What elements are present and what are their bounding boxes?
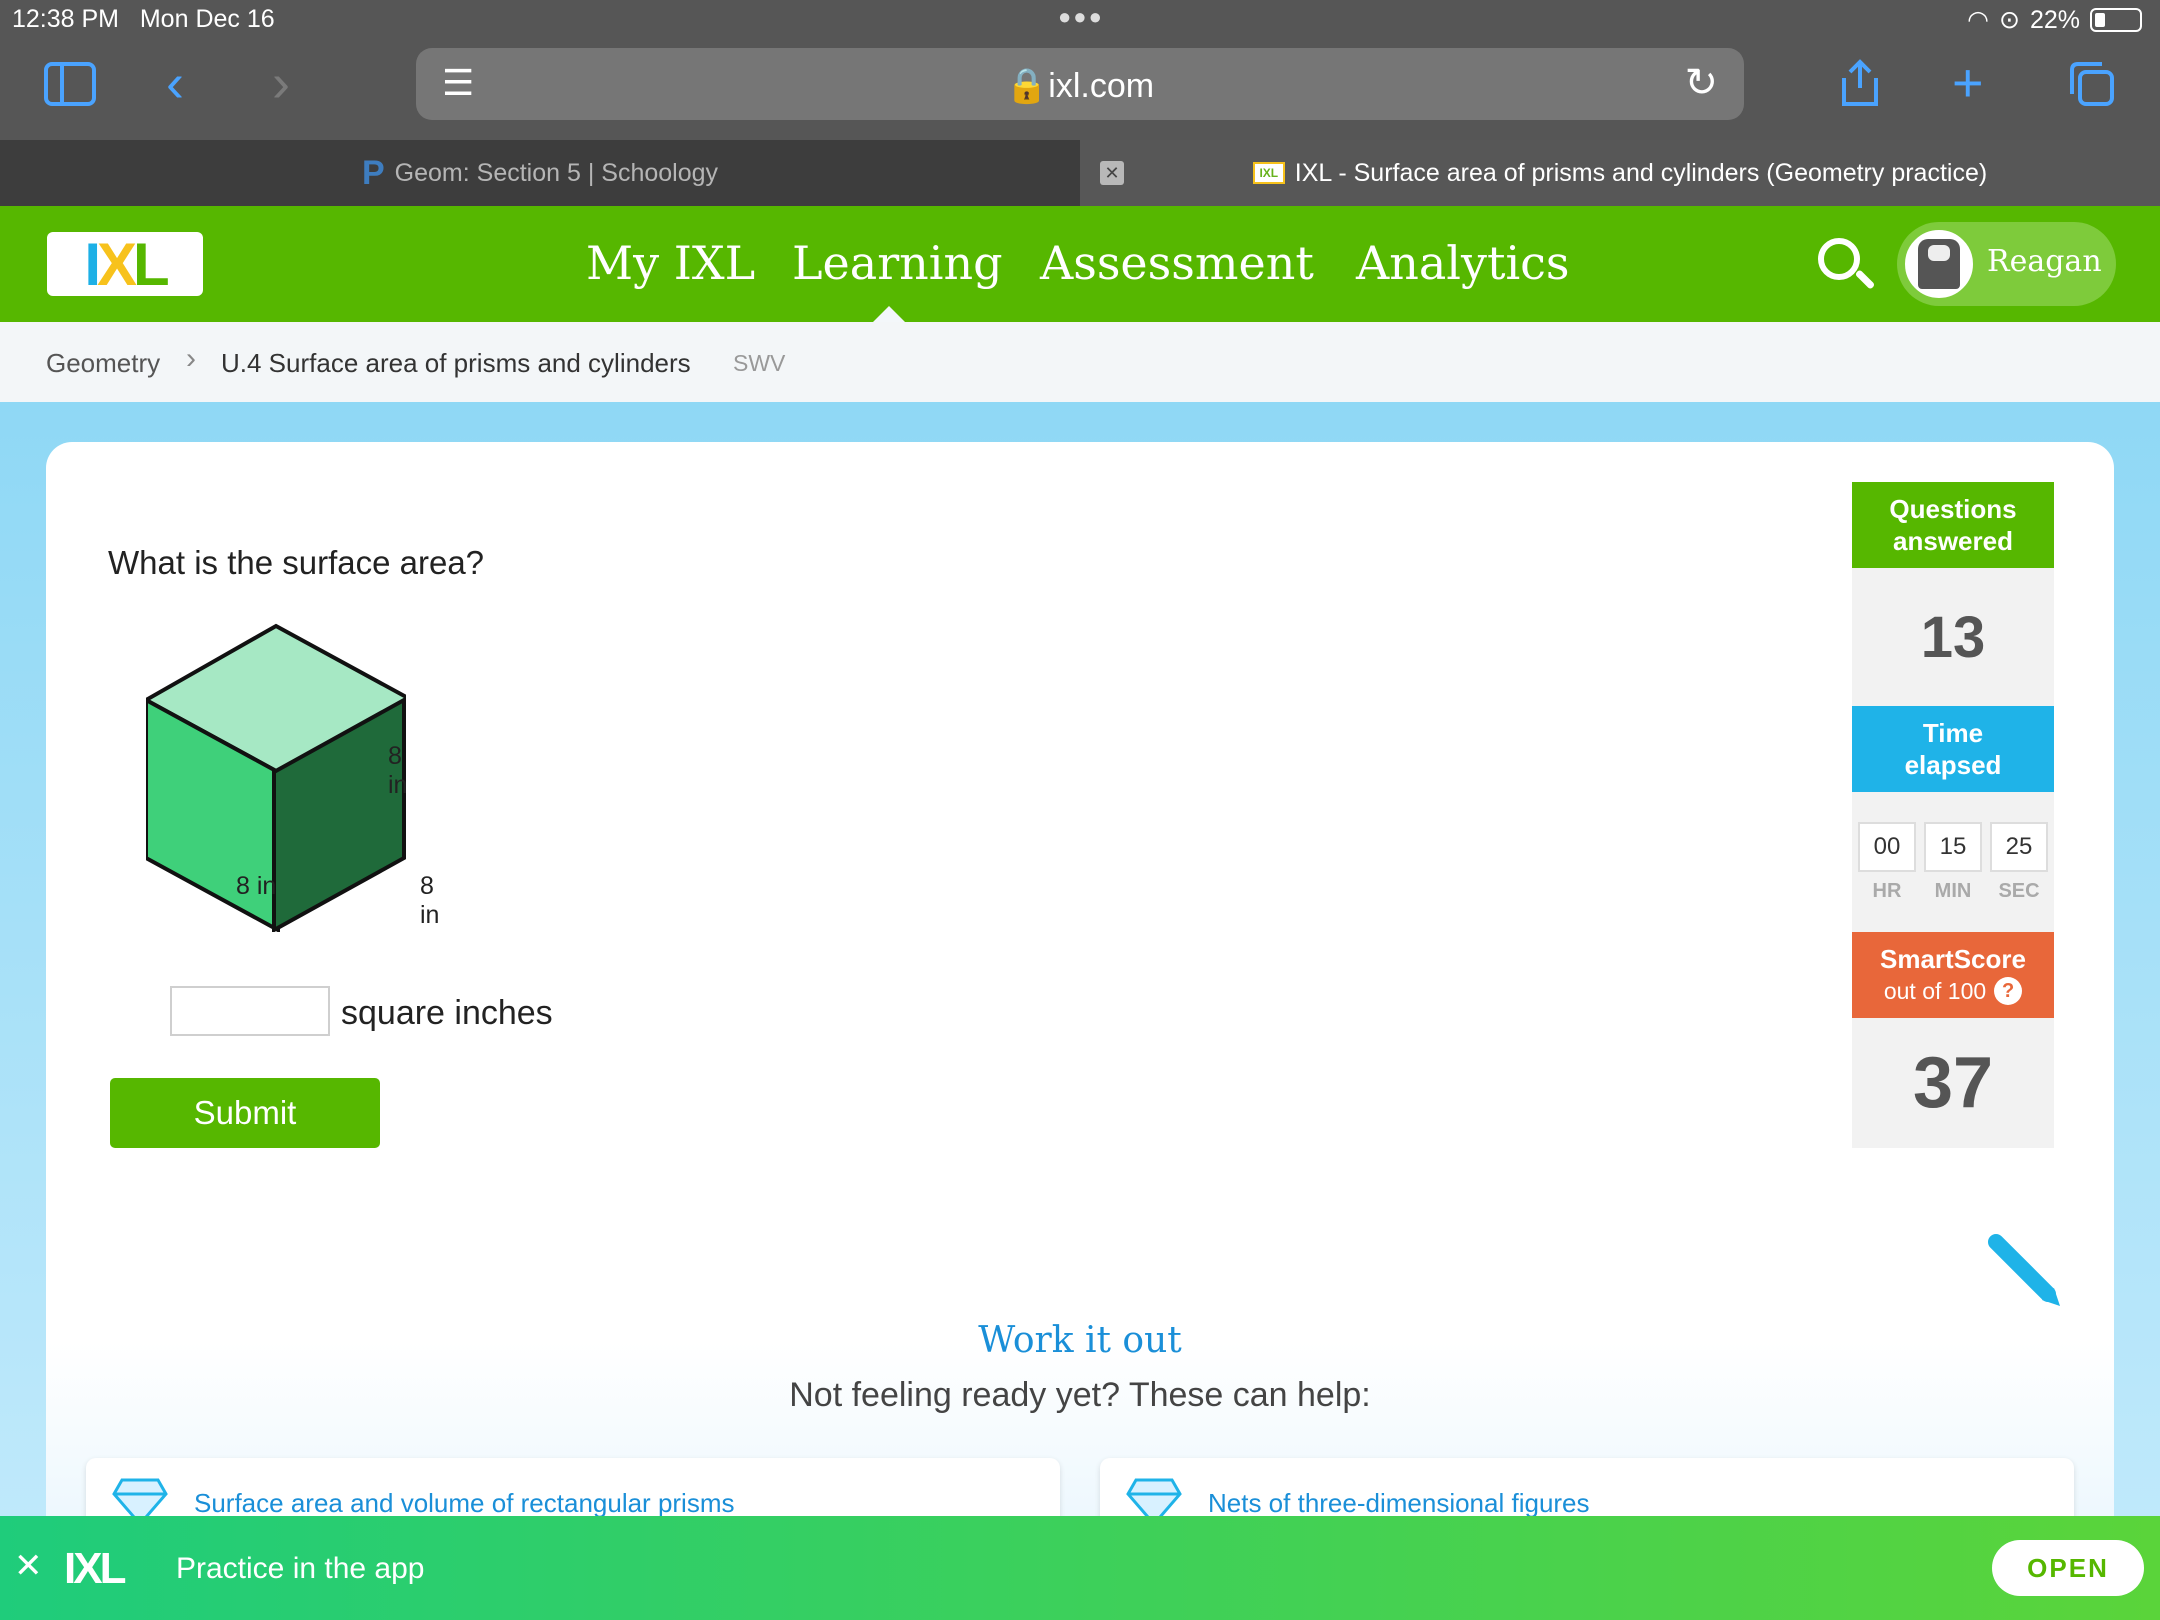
timer-seconds: 25 bbox=[1990, 821, 2048, 872]
help-link-label[interactable]: Surface area and volume of rectangular p… bbox=[194, 1488, 735, 1519]
user-name: Reagan bbox=[1987, 244, 2102, 279]
questions-answered-value: 13 bbox=[1852, 568, 2054, 706]
cube-figure: 8 in 8 in 8 in bbox=[141, 612, 439, 937]
forward-icon[interactable]: › bbox=[272, 56, 290, 110]
nav-my-ixl[interactable]: My IXL bbox=[586, 236, 755, 290]
close-icon[interactable]: ✕ bbox=[14, 1546, 43, 1586]
tabs-overview-icon[interactable] bbox=[2068, 60, 2116, 108]
work-it-out-title: Work it out bbox=[978, 1320, 1182, 1361]
right-edge-label: 8 in bbox=[420, 872, 440, 929]
chevron-right-icon: › bbox=[186, 342, 196, 375]
reload-icon[interactable]: ↻ bbox=[1684, 60, 1718, 106]
practice-card: What is the surface area? 8 in 8 in 8 in… bbox=[46, 442, 2114, 1562]
stats-panel: Questions answered 13 Time elapsed 00 15 2… bbox=[1852, 482, 2054, 1148]
browser-toolbar: ‹ › ☰ 🔒ixl.com ↻ + bbox=[0, 40, 2160, 140]
new-tab-icon[interactable]: + bbox=[1952, 56, 1984, 110]
sidebar-icon[interactable] bbox=[44, 62, 96, 106]
timer-seconds-label: SEC bbox=[1998, 879, 2040, 902]
smartscore-value: 37 bbox=[1852, 1018, 2054, 1148]
tab-label: Geom: Section 5 | Schoology bbox=[394, 158, 719, 187]
multitask-dots[interactable]: ●●● bbox=[1058, 4, 1104, 30]
breadcrumb: Geometry › U.4 Surface area of prisms an… bbox=[0, 322, 2160, 402]
submit-button[interactable]: Submit bbox=[110, 1078, 380, 1148]
address-bar[interactable]: ☰ 🔒ixl.com ↻ bbox=[416, 48, 1744, 120]
answer-unit: square inches bbox=[341, 994, 553, 1032]
tab-schoology[interactable]: P Geom: Section 5 | Schoology bbox=[0, 140, 1080, 206]
timer-hours: 00 bbox=[1858, 821, 1916, 872]
help-link-label[interactable]: Nets of three-dimensional figures bbox=[1208, 1488, 1590, 1519]
help-subtitle: Not feeling ready yet? These can help: bbox=[789, 1376, 1371, 1414]
timer: 00 15 25 HR MIN SEC bbox=[1852, 792, 2054, 932]
status-bar: 12:38 PM Mon Dec 16 ●●● ◠ ⊙ 22% bbox=[0, 0, 2160, 40]
nav-learning[interactable]: Learning bbox=[792, 236, 1003, 290]
nav-analytics[interactable]: Analytics bbox=[1356, 236, 1570, 290]
active-nav-indicator bbox=[873, 306, 905, 322]
tab-bar: P Geom: Section 5 | Schoology ✕ IXL IXL … bbox=[0, 140, 2160, 206]
questions-answered-header: Questions answered bbox=[1852, 482, 2054, 568]
banner-text: Practice in the app bbox=[176, 1552, 425, 1585]
skill-code: SWV bbox=[733, 350, 786, 376]
search-icon[interactable] bbox=[1818, 238, 1860, 280]
help-icon[interactable]: ? bbox=[1994, 977, 2023, 1005]
pencil-icon[interactable] bbox=[1986, 1232, 2066, 1312]
nav-assessment[interactable]: Assessment bbox=[1040, 236, 1314, 290]
rotation-lock-icon: ⊙ bbox=[1999, 6, 2020, 34]
ixl-navbar: IXL My IXL Learning Assessment Analytics… bbox=[0, 206, 2160, 322]
share-icon[interactable] bbox=[1838, 58, 1882, 108]
status-right: ◠ ⊙ 22% bbox=[1967, 5, 2142, 35]
wifi-icon: ◠ bbox=[1967, 6, 1989, 34]
schoology-icon: P bbox=[361, 153, 385, 192]
timer-minutes: 15 bbox=[1924, 821, 1982, 872]
astronaut-icon bbox=[1918, 239, 1960, 289]
answer-input[interactable] bbox=[170, 986, 330, 1036]
time-elapsed-header: Time elapsed bbox=[1852, 706, 2054, 792]
timer-minutes-label: MIN bbox=[1934, 879, 1972, 902]
breadcrumb-skill: U.4 Surface area of prisms and cylinders bbox=[221, 348, 691, 378]
url-text[interactable]: 🔒ixl.com bbox=[416, 66, 1744, 106]
close-tab-icon[interactable]: ✕ bbox=[1100, 161, 1124, 185]
ixl-favicon-icon: IXL bbox=[1252, 162, 1285, 184]
breadcrumb-subject[interactable]: Geometry bbox=[46, 348, 160, 379]
smartscore-header: SmartScore out of 100? bbox=[1852, 932, 2054, 1018]
timer-hours-label: HR bbox=[1872, 879, 1902, 902]
user-menu[interactable]: Reagan bbox=[1897, 222, 2116, 306]
app-banner: ✕ IXL Practice in the app OPEN bbox=[0, 1516, 2160, 1620]
avatar bbox=[1905, 230, 1973, 298]
tab-ixl[interactable]: ✕ IXL IXL - Surface area of prisms and c… bbox=[1080, 140, 2160, 206]
ixl-logo[interactable]: IXL bbox=[47, 231, 203, 298]
open-app-button[interactable]: OPEN bbox=[1992, 1540, 2144, 1596]
height-label: 8 in bbox=[388, 742, 408, 799]
back-icon[interactable]: ‹ bbox=[166, 56, 184, 110]
banner-logo: IXL bbox=[64, 1544, 126, 1593]
left-edge-label: 8 in bbox=[236, 872, 277, 900]
status-time: 12:38 PM Mon Dec 16 bbox=[12, 5, 275, 33]
tab-label: IXL - Surface area of prisms and cylinde… bbox=[1294, 158, 1988, 187]
battery-percent: 22% bbox=[2029, 5, 2080, 34]
question-prompt: What is the surface area? bbox=[108, 544, 485, 581]
battery-icon bbox=[2090, 8, 2142, 32]
